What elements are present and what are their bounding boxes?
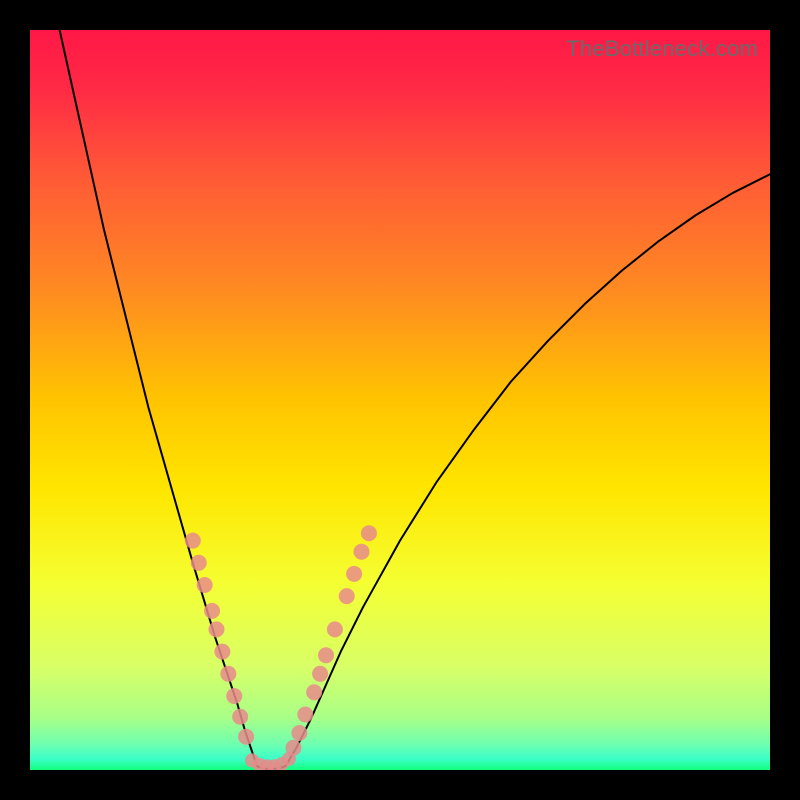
bottleneck-curve <box>60 30 770 769</box>
dot-left <box>232 709 248 725</box>
dot-left <box>197 577 213 593</box>
dot-left <box>226 688 242 704</box>
dot-right <box>361 525 377 541</box>
dot-right <box>306 684 322 700</box>
dot-right <box>327 621 343 637</box>
plot-area: TheBottleneck.com <box>30 30 770 770</box>
dot-right <box>312 666 328 682</box>
dot-right <box>346 566 362 582</box>
dot-left <box>220 666 236 682</box>
dot-right <box>339 588 355 604</box>
dot-left <box>208 621 224 637</box>
dot-left <box>185 533 201 549</box>
outer-frame: TheBottleneck.com <box>0 0 800 800</box>
dot-left <box>238 729 254 745</box>
dot-right <box>297 707 313 723</box>
dot-left <box>204 603 220 619</box>
dot-left <box>191 555 207 571</box>
dot-left <box>214 644 230 660</box>
watermark-text: TheBottleneck.com <box>566 36 758 62</box>
dot-right <box>318 647 334 663</box>
dot-bottom <box>282 752 296 766</box>
curve-layer <box>30 30 770 770</box>
dot-right <box>291 725 307 741</box>
dot-right <box>354 544 370 560</box>
